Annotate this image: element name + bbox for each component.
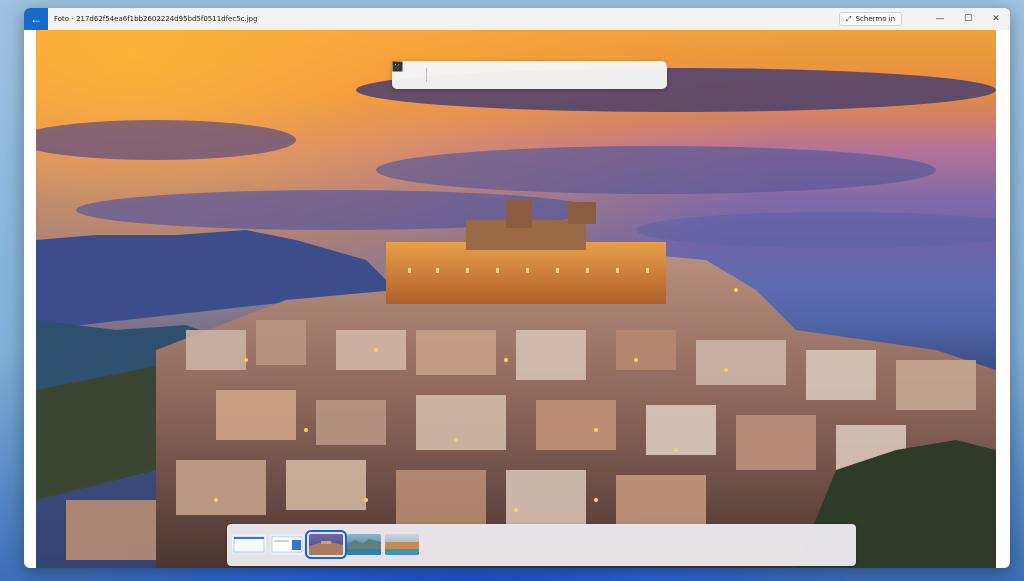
expand-icon: ⤢ [846, 14, 852, 23]
back-arrow-icon: ← [30, 12, 42, 26]
zoom-out-button[interactable] [392, 61, 481, 86]
filmstrip [227, 524, 856, 566]
info-button[interactable] [392, 61, 637, 86]
screenshot-thumbnail-image [271, 536, 303, 553]
delete-button[interactable] [393, 61, 585, 86]
screenshot-thumbnail-image [233, 536, 265, 553]
maximize-button[interactable]: ☐ [954, 8, 982, 30]
fullscreen-label: Schermo in [855, 15, 896, 23]
more-icon [393, 65, 402, 68]
town-thumbnail-image [309, 541, 343, 555]
rotate-button[interactable] [393, 61, 507, 86]
fullscreen-button[interactable]: ⤢ Schermo in [839, 12, 903, 26]
filmstrip-thumbnail[interactable] [232, 534, 266, 555]
filmstrip-thumbnail[interactable] [347, 534, 381, 555]
photo-viewer[interactable] [36, 30, 996, 568]
window-title: Foto - 217d62f54ea6f1bb2602224d95bd5f051… [54, 15, 258, 23]
zoom-in-button[interactable] [392, 61, 455, 86]
photos-app-window: ← Foto - 217d62f54ea6f1bb2602224d95bd5f0… [24, 8, 1010, 568]
toolbar-separator [426, 68, 427, 82]
hilltop-town-photo [36, 30, 996, 568]
window-controls: — ☐ ✕ [926, 8, 1010, 30]
more-options-button[interactable] [393, 64, 663, 86]
favorite-button[interactable] [392, 62, 611, 86]
back-button[interactable]: ← [24, 8, 48, 30]
viewer-toolbar [392, 61, 667, 89]
title-bar: ← Foto - 217d62f54ea6f1bb2602224d95bd5f0… [24, 8, 1010, 30]
filmstrip-thumbnail-selected[interactable] [305, 530, 347, 559]
close-button[interactable]: ✕ [982, 8, 1010, 30]
filmstrip-thumbnail[interactable] [385, 534, 419, 555]
minimize-button[interactable]: — [926, 8, 954, 30]
harbor-thumbnail-image [385, 542, 419, 555]
coast-thumbnail-image [347, 539, 381, 555]
edit-image-button[interactable] [392, 61, 533, 86]
draw-button[interactable] [393, 61, 559, 86]
filmstrip-thumbnail[interactable] [270, 534, 304, 555]
